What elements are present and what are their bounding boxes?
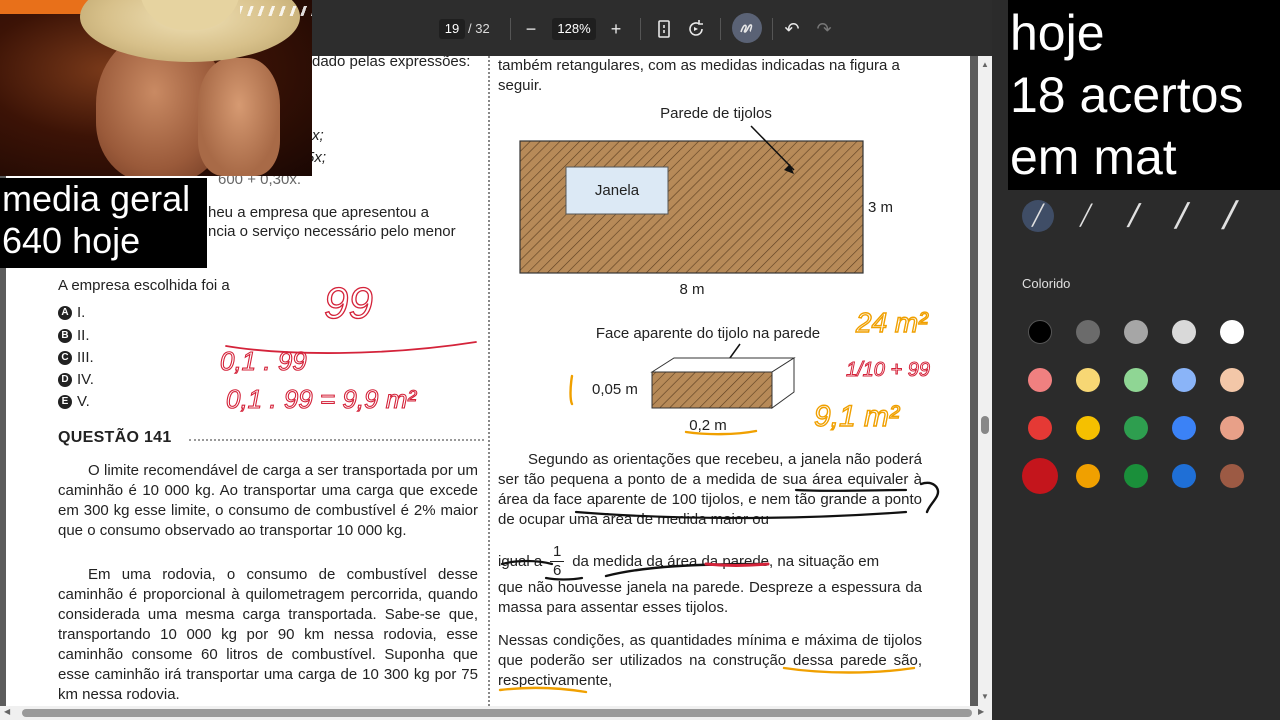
rotate-icon	[689, 20, 703, 36]
pen-thin-icon[interactable]: ╱	[1022, 200, 1054, 232]
webcam-feed	[0, 0, 312, 176]
color-swatch[interactable]	[1028, 416, 1052, 440]
ink-stroke	[498, 686, 588, 694]
zoom-level-input[interactable]	[552, 18, 596, 40]
ink-stroke	[704, 562, 770, 567]
color-swatch[interactable]	[1076, 416, 1100, 440]
overlay-left-line: media geral	[2, 178, 191, 219]
pen-thicker-icon[interactable]: ╱	[1166, 200, 1198, 232]
ink-stroke	[574, 510, 908, 520]
overlay-right: hoje 18 acertos em mat	[1008, 0, 1280, 190]
horizontal-scrollbar[interactable]: ◀ ▶	[0, 706, 992, 720]
ink-stroke	[919, 481, 940, 514]
color-swatch[interactable]	[1124, 320, 1148, 344]
color-swatch[interactable]	[1028, 368, 1052, 392]
ink-stroke	[684, 429, 758, 436]
color-swatch[interactable]	[1220, 464, 1244, 488]
scroll-right-icon[interactable]: ▶	[978, 707, 984, 716]
color-swatch[interactable]	[1076, 368, 1100, 392]
pen-thickest-icon[interactable]: ╱	[1214, 200, 1246, 232]
color-swatch[interactable]	[1028, 320, 1052, 344]
vertical-scrollbar[interactable]: ▲ ▼	[978, 56, 992, 706]
overlay-right-line: em mat	[1010, 129, 1177, 185]
scroll-down-icon[interactable]: ▼	[981, 692, 989, 701]
ink-orange-24m2: 24 m²	[855, 307, 929, 338]
color-swatch[interactable]	[1172, 320, 1196, 344]
overlay-right-line: 18 acertos	[1010, 67, 1244, 123]
toolbar-divider	[720, 18, 721, 40]
pen-squiggle-icon	[740, 24, 753, 33]
toolbar-divider	[510, 18, 511, 40]
toolbar-divider	[640, 18, 641, 40]
ink-stroke	[569, 374, 574, 406]
scroll-up-icon[interactable]: ▲	[981, 60, 989, 69]
rotate-button[interactable]	[684, 17, 708, 41]
color-swatch[interactable]	[1076, 464, 1100, 488]
screen: / 32 − + ↶ ↷ dado pelas expressões: x; 5…	[0, 0, 1280, 720]
ink-stroke	[500, 559, 584, 581]
ink-orange-91m2: 9,1 m²	[814, 400, 900, 433]
page-number-input[interactable]	[439, 19, 465, 39]
stream-decoration	[240, 6, 312, 16]
pen-thick-icon[interactable]: ╱	[1118, 200, 1150, 232]
zoom-out-button[interactable]: −	[519, 17, 543, 41]
pen-thickness-row: ╱ ╱ ╱ ╱ ╱	[1006, 196, 1266, 236]
ink-stroke	[782, 666, 916, 674]
color-swatch[interactable]	[1220, 416, 1244, 440]
ink-red-calc: 0,1 . 99	[220, 346, 307, 376]
color-swatch[interactable]	[1022, 458, 1058, 494]
fit-page-icon	[658, 20, 670, 38]
fit-page-button[interactable]	[652, 17, 676, 41]
pen-medium-icon[interactable]: ╱	[1070, 200, 1102, 232]
color-swatch[interactable]	[1076, 320, 1100, 344]
ink-red-sum: 1/10 + 99	[846, 359, 930, 381]
overlay-right-line: hoje	[1010, 5, 1105, 61]
horizontal-scroll-thumb[interactable]	[22, 709, 972, 717]
overlay-left: media geral 640 hoje	[0, 178, 207, 268]
color-swatch[interactable]	[1124, 464, 1148, 488]
vertical-scroll-thumb[interactable]	[981, 416, 989, 434]
color-swatch[interactable]	[1172, 416, 1196, 440]
webcam-hand	[198, 58, 280, 176]
draw-tool-button[interactable]	[732, 13, 762, 43]
ink-red-calc: 0,1 . 99 = 9,9 m²	[226, 384, 417, 414]
page-total: / 32	[468, 21, 490, 36]
ink-red-99: 99	[324, 279, 373, 328]
scroll-left-icon[interactable]: ◀	[4, 707, 10, 716]
color-swatch[interactable]	[1172, 368, 1196, 392]
color-swatch[interactable]	[1220, 320, 1244, 344]
color-swatch[interactable]	[1124, 416, 1148, 440]
overlay-left-line: 640 hoje	[2, 220, 141, 261]
stream-bar	[0, 0, 90, 14]
undo-button[interactable]: ↶	[780, 17, 804, 41]
color-swatch[interactable]	[1124, 368, 1148, 392]
toolbar-divider	[772, 18, 773, 40]
color-swatch[interactable]	[1220, 368, 1244, 392]
color-section-label: Colorido	[1022, 276, 1071, 291]
redo-button[interactable]: ↷	[812, 17, 836, 41]
color-swatch[interactable]	[1172, 464, 1196, 488]
ink-stroke	[794, 488, 908, 492]
zoom-in-button[interactable]: +	[604, 17, 628, 41]
